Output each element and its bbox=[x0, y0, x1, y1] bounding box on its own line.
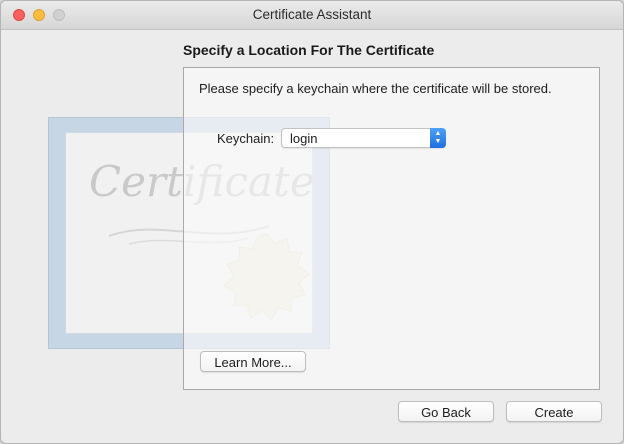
keychain-value: login bbox=[290, 131, 318, 146]
certificate-assistant-window: Certificate Assistant Specify a Location… bbox=[0, 0, 624, 444]
instruction-text: Please specify a keychain where the cert… bbox=[199, 81, 552, 96]
keychain-label: Keychain: bbox=[217, 131, 275, 146]
keychain-select[interactable]: login ▲ ▼ bbox=[281, 128, 446, 148]
updown-arrows-icon: ▲ ▼ bbox=[430, 128, 446, 148]
create-button[interactable]: Create bbox=[506, 401, 602, 422]
window-title: Certificate Assistant bbox=[252, 7, 372, 22]
content-panel bbox=[183, 67, 600, 390]
learn-more-button[interactable]: Learn More... bbox=[200, 351, 306, 372]
go-back-button[interactable]: Go Back bbox=[398, 401, 494, 422]
page-heading: Specify a Location For The Certificate bbox=[183, 42, 435, 58]
title-bar: Certificate Assistant bbox=[1, 1, 623, 30]
